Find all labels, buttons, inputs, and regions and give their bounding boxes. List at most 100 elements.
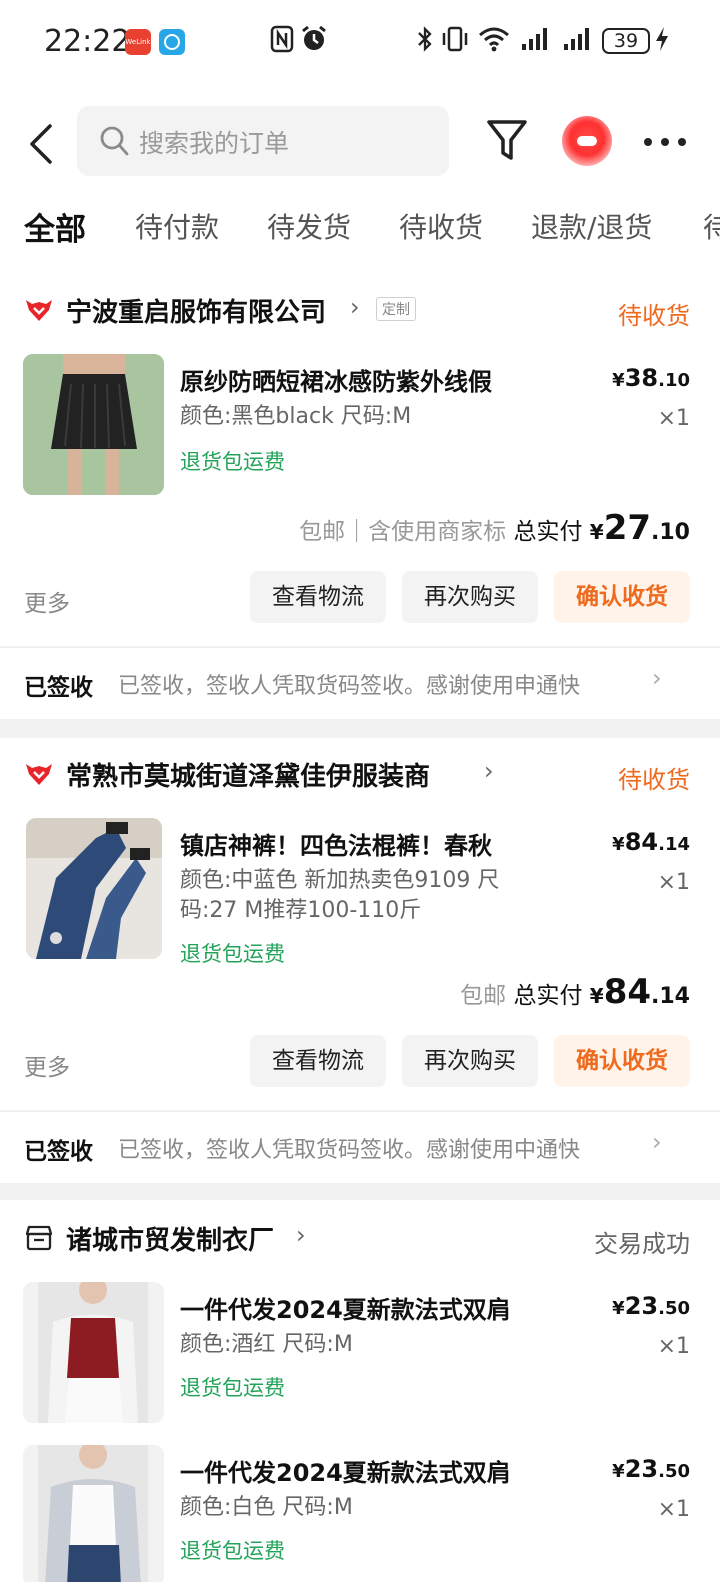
return-shipping-note: 退货包运费 (180, 1376, 285, 1400)
product-price: ¥23.50 (612, 1455, 690, 1483)
more-link[interactable]: 更多 (24, 584, 70, 618)
store-logo-icon (26, 764, 52, 785)
shop-name[interactable]: 常熟市莫城街道泽黛佳伊服装商 (66, 756, 430, 793)
product-title[interactable]: 一件代发2024夏新款法式双肩 (180, 1453, 511, 1488)
shop-header[interactable]: 常熟市莫城街道泽黛佳伊服装商 › (24, 756, 624, 793)
buy-again-button[interactable]: 再次购买 (402, 571, 538, 623)
product-thumbnail[interactable] (26, 818, 162, 959)
product-title[interactable]: 镇店神裤！四色法棍裤！春秋 (180, 826, 492, 861)
vibrate-icon (440, 24, 470, 60)
more-menu-button[interactable] (642, 124, 688, 160)
tab-pending-shipment[interactable]: 待发货 (267, 206, 351, 246)
dot-icon (661, 138, 669, 146)
tab-next[interactable]: 待 (703, 206, 720, 246)
product-quantity: ×1 (657, 1334, 690, 1359)
product-spec: 颜色:白色 尺码:M (180, 1495, 353, 1520)
search-input[interactable]: 搜索我的订单 (77, 106, 449, 176)
view-logistics-button[interactable]: 查看物流 (250, 1035, 386, 1087)
shipping-note: 包邮｜含使用商家标 (299, 519, 507, 545)
order-tabs: 全部 待付款 待发货 待收货 退款/退货 待 (0, 200, 720, 276)
wifi-icon (478, 24, 510, 60)
order-status: 待收货 (618, 766, 690, 794)
order-status: 待收货 (618, 302, 690, 330)
welink-app-icon: WeLink (125, 29, 151, 55)
logistics-detail: 已签收，签收人凭取货码签收。感谢使用中通快 (118, 1138, 581, 1163)
store-logo-icon (26, 300, 52, 321)
shop-name[interactable]: 诸城市贸发制衣厂 (66, 1220, 274, 1257)
product-price: ¥38.10 (612, 364, 690, 392)
return-shipping-note: 退货包运费 (180, 1539, 285, 1563)
product-thumbnail[interactable] (23, 354, 164, 495)
shop-header[interactable]: 宁波重启服饰有限公司 › 定制 (24, 292, 624, 329)
chevron-right-icon: › (350, 293, 360, 321)
confirm-receipt-button[interactable]: 确认收货 (554, 1035, 690, 1087)
search-icon (100, 126, 129, 156)
store-icon (25, 1225, 53, 1251)
total-label: 总实付 (513, 983, 583, 1009)
product-price: ¥84.14 (612, 828, 690, 856)
search-placeholder: 搜索我的订单 (139, 129, 290, 158)
dot-icon (644, 138, 652, 146)
logistics-row[interactable]: 已签收 已签收，签收人凭取货码签收。感谢使用申通快 › (0, 647, 720, 719)
product-price: ¥23.50 (612, 1292, 690, 1320)
product-quantity: ×1 (657, 1497, 690, 1522)
nfc-icon (270, 24, 294, 60)
product-thumbnail[interactable] (23, 1445, 164, 1582)
signal-icon-2 (562, 24, 594, 60)
red-top-image (23, 1282, 164, 1423)
product-spec: 颜色:酒红 尺码:M (180, 1332, 353, 1357)
chevron-right-icon: › (652, 1128, 662, 1156)
product-title[interactable]: 原纱防晒短裙冰感防紫外线假 (180, 362, 492, 397)
order-summary: 包邮｜含使用商家标 总实付 ¥27.10 (299, 508, 690, 548)
back-button[interactable] (22, 122, 62, 166)
skirt-image (23, 354, 164, 495)
back-arrow-icon (30, 124, 52, 164)
product-quantity: ×1 (657, 406, 690, 431)
charging-icon (654, 24, 670, 60)
tab-refund-return[interactable]: 退款/退货 (531, 206, 652, 246)
product-spec: 颜色:中蓝色 新加热卖色9109 尺码:27 M推荐100-110斤 (180, 868, 500, 923)
view-logistics-button[interactable]: 查看物流 (250, 571, 386, 623)
status-bar: 22:22 WeLink 39 (0, 0, 720, 84)
status-time: 22:22 (44, 24, 131, 59)
total-amount: ¥27.10 (589, 508, 690, 548)
product-thumbnail[interactable] (23, 1282, 164, 1423)
record-button[interactable] (562, 116, 612, 166)
product-spec: 颜色:黑色black 尺码:M (180, 404, 412, 429)
product-quantity: ×1 (657, 870, 690, 895)
logistics-status: 已签收 (24, 675, 93, 701)
order-status: 交易成功 (594, 1230, 690, 1258)
alarm-icon (300, 24, 328, 60)
custom-tag: 定制 (376, 297, 416, 321)
order-card: 诸城市贸发制衣厂 › 交易成功 一件代发2024夏新款法式双肩 颜色:酒红 尺码… (0, 1200, 720, 1582)
battery-indicator: 39 (602, 28, 650, 54)
return-shipping-note: 退货包运费 (180, 450, 285, 474)
shop-name[interactable]: 宁波重启服饰有限公司 (66, 292, 326, 329)
product-title[interactable]: 一件代发2024夏新款法式双肩 (180, 1290, 511, 1325)
tab-pending-payment[interactable]: 待付款 (135, 206, 219, 246)
buy-again-button[interactable]: 再次购买 (402, 1035, 538, 1087)
chevron-right-icon: › (652, 664, 662, 692)
confirm-receipt-button[interactable]: 确认收货 (554, 571, 690, 623)
jeans-image (26, 818, 162, 959)
logistics-detail: 已签收，签收人凭取货码签收。感谢使用申通快 (118, 674, 581, 699)
order-card: 常熟市莫城街道泽黛佳伊服装商 › 待收货 镇店神裤！四色法棍裤！春秋 颜色:中蓝… (0, 738, 720, 1110)
filter-icon (487, 120, 527, 160)
shipping-note: 包邮 (460, 983, 507, 1009)
total-amount: ¥84.14 (589, 972, 690, 1012)
chevron-right-icon: › (296, 1221, 306, 1249)
header: 搜索我的订单 (0, 84, 720, 200)
chevron-right-icon: › (484, 757, 494, 785)
filter-button[interactable] (486, 118, 528, 164)
logistics-row[interactable]: 已签收 已签收，签收人凭取货码签收。感谢使用中通快 › (0, 1111, 720, 1183)
more-link[interactable]: 更多 (24, 1048, 70, 1082)
total-label: 总实付 (513, 519, 583, 545)
logistics-status: 已签收 (24, 1139, 93, 1165)
messenger-app-icon (159, 29, 185, 55)
dot-icon (678, 138, 686, 146)
tab-pending-receipt[interactable]: 待收货 (399, 206, 483, 246)
shop-header[interactable]: 诸城市贸发制衣厂 › (24, 1220, 624, 1257)
order-card: 宁波重启服饰有限公司 › 定制 待收货 原纱防晒短裙冰感防紫外线假 颜色:黑色b… (0, 276, 720, 646)
bluetooth-icon (416, 24, 434, 60)
tab-all[interactable]: 全部 (24, 204, 86, 249)
